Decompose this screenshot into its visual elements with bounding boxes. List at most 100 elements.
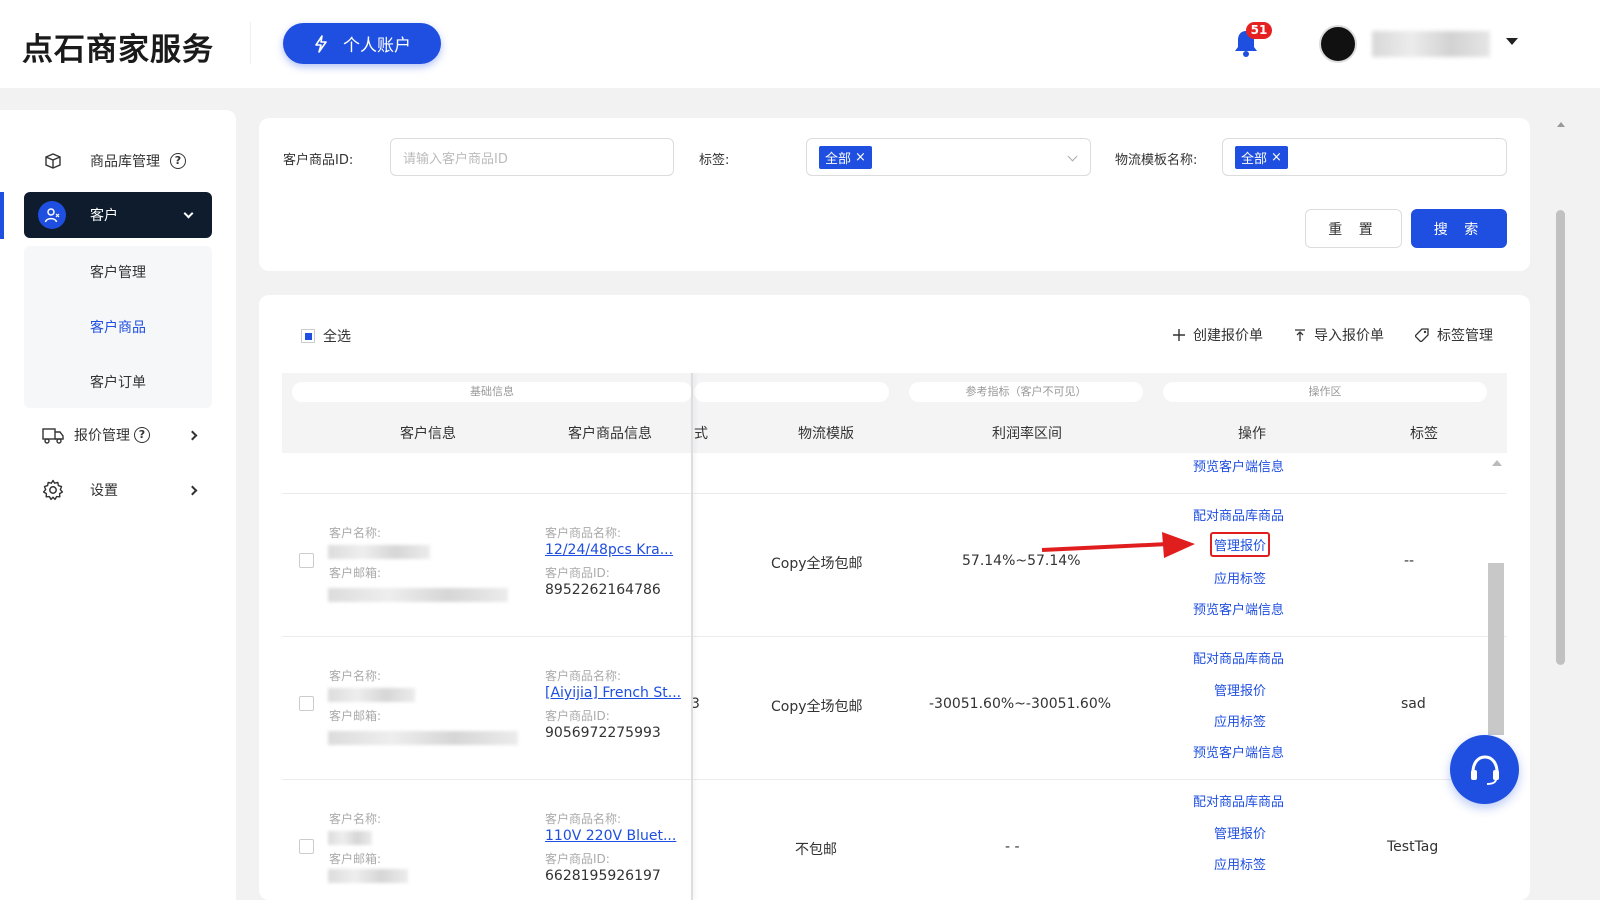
- customer-email-label: 客户邮箱:: [329, 852, 382, 866]
- search-button[interactable]: 搜 索: [1411, 209, 1507, 248]
- row-divider: [282, 493, 1507, 494]
- tag-value: --: [1404, 553, 1415, 569]
- avatar[interactable]: [1319, 25, 1357, 63]
- op-apply-tag-link[interactable]: 应用标签: [1214, 711, 1266, 730]
- personal-account-button[interactable]: 个人账户: [283, 23, 441, 64]
- sidebar-subitem-customer-management[interactable]: 客户管理: [90, 262, 146, 282]
- row-checkbox[interactable]: [299, 553, 314, 568]
- tag-chip-label: 全部: [825, 151, 852, 167]
- product-id-value: 9056972275993: [545, 725, 661, 741]
- row-checkbox[interactable]: [299, 696, 314, 711]
- col-mode-fragment: 式: [694, 426, 708, 442]
- header-divider: [250, 22, 251, 64]
- frozen-column-edge: [691, 373, 693, 900]
- tag-icon: [1415, 328, 1429, 342]
- customer-support-button[interactable]: [1450, 735, 1519, 804]
- row-checkbox[interactable]: [299, 839, 314, 854]
- logistics-template: Copy全场包邮: [771, 699, 863, 715]
- product-name-label: 客户商品名称:: [545, 669, 622, 683]
- sidebar-item-label: 客户: [90, 208, 118, 224]
- group-reference-metrics: 参考指标（客户不可见）: [909, 382, 1143, 402]
- reset-button[interactable]: 重 置: [1305, 209, 1402, 248]
- customer-name-label: 客户名称:: [329, 669, 382, 683]
- op-match-link[interactable]: 配对商品库商品: [1193, 505, 1284, 524]
- op-preview-link[interactable]: 预览客户端信息: [1193, 456, 1284, 475]
- op-preview-link[interactable]: 预览客户端信息: [1193, 742, 1284, 761]
- customer-email-redacted: [328, 588, 508, 602]
- logistics-chip[interactable]: 全部 ×: [1235, 145, 1288, 169]
- op-preview-link[interactable]: 预览客户端信息: [1193, 599, 1284, 618]
- op-match-link[interactable]: 配对商品库商品: [1193, 648, 1284, 667]
- sidebar-subitem-customer-products[interactable]: 客户商品: [90, 317, 146, 337]
- logistics-select[interactable]: 全部 ×: [1222, 138, 1507, 176]
- col-logistics: 物流模版: [798, 426, 854, 442]
- op-manage-quote-link[interactable]: 管理报价: [1214, 823, 1266, 842]
- op-manage-quote-link[interactable]: 管理报价: [1214, 680, 1266, 699]
- top-header: 点石商家服务 个人账户 51: [0, 0, 1600, 88]
- sidebar-item-product-library[interactable]: 商品库管理 ?: [24, 138, 212, 184]
- sidebar-subitem-customer-orders[interactable]: 客户订单: [90, 372, 146, 392]
- filter-panel: 客户商品ID: 请输入客户商品ID 标签: 全部 × 物流模板名称: 全部 × 重 …: [259, 118, 1530, 271]
- page-scroll-up-icon[interactable]: [1557, 122, 1565, 127]
- username-redacted[interactable]: [1372, 31, 1490, 57]
- tag-management-label: 标签管理: [1437, 328, 1493, 344]
- user-menu-caret-icon[interactable]: [1506, 38, 1518, 45]
- truck-icon: [42, 424, 64, 446]
- row-divider: [282, 636, 1507, 637]
- table-scrollbar-thumb[interactable]: [1488, 563, 1504, 735]
- op-apply-tag-link[interactable]: 应用标签: [1214, 568, 1266, 587]
- import-icon: [1295, 329, 1305, 341]
- create-quote-button[interactable]: 创建报价单: [1173, 325, 1263, 345]
- lightning-icon: [315, 34, 327, 53]
- op-match-link[interactable]: 配对商品库商品: [1193, 791, 1284, 810]
- product-name-label: 客户商品名称:: [545, 526, 622, 540]
- table-scroll-up-icon[interactable]: [1492, 460, 1502, 466]
- tag-management-button[interactable]: 标签管理: [1415, 325, 1493, 345]
- col-customer-info: 客户信息: [400, 426, 456, 442]
- customer-email-redacted: [328, 869, 408, 883]
- import-quote-button[interactable]: 导入报价单: [1294, 325, 1384, 345]
- page-scrollbar[interactable]: [1556, 210, 1565, 665]
- tag-select[interactable]: 全部 ×: [806, 138, 1091, 176]
- help-icon[interactable]: ?: [134, 427, 150, 443]
- chevron-down-icon: [183, 208, 194, 218]
- sidebar-item-quote-management[interactable]: 报价管理 ?: [24, 412, 212, 458]
- product-name-link[interactable]: [Aiyijia] French St...: [545, 685, 681, 701]
- product-id-input[interactable]: 请输入客户商品ID: [390, 138, 674, 176]
- product-name-link[interactable]: 12/24/48pcs Kra...: [545, 542, 673, 558]
- op-manage-quote-link[interactable]: 管理报价: [1210, 532, 1271, 557]
- group-basic-info: 基础信息: [292, 382, 692, 402]
- select-all-checkbox[interactable]: [301, 329, 315, 343]
- product-name-link[interactable]: 110V 220V Bluet...: [545, 828, 676, 844]
- sidebar-item-settings[interactable]: 设置: [24, 467, 212, 513]
- chevron-down-icon: [1067, 151, 1078, 162]
- customer-name-label: 客户名称:: [329, 526, 382, 540]
- select-all[interactable]: 全选: [301, 326, 351, 346]
- help-icon[interactable]: ?: [170, 153, 186, 169]
- product-id-value: 6628195926197: [545, 868, 661, 884]
- product-id-value: 8952262164786: [545, 582, 661, 598]
- row-divider: [282, 779, 1507, 780]
- notification-badge: 51: [1246, 22, 1272, 39]
- select-all-label: 全选: [323, 329, 351, 345]
- sidebar-item-customer[interactable]: 客户: [24, 192, 212, 238]
- customer-name-redacted: [328, 831, 372, 845]
- op-apply-tag-link[interactable]: 应用标签: [1214, 854, 1266, 873]
- group-basic-info-continued: [694, 382, 889, 402]
- tag-chip[interactable]: 全部 ×: [819, 145, 872, 169]
- group-operations: 操作区: [1163, 382, 1487, 402]
- tag-value: TestTag: [1387, 839, 1439, 855]
- active-indicator: [0, 192, 4, 239]
- customer-email-label: 客户邮箱:: [329, 709, 382, 723]
- table-header: 基础信息 参考指标（客户不可见） 操作区 客户信息 客户商品信息 式 物流模版 …: [282, 373, 1507, 453]
- app-logo: 点石商家服务: [22, 32, 214, 68]
- col-product-info: 客户商品信息: [568, 426, 652, 442]
- logistics-template: Copy全场包邮: [771, 556, 863, 572]
- close-icon[interactable]: ×: [1271, 150, 1282, 165]
- col-operation: 操作: [1238, 426, 1266, 442]
- logistics-label: 物流模板名称:: [1115, 153, 1198, 168]
- product-id-label: 客户商品ID:: [545, 709, 610, 723]
- table-panel: 全选 创建报价单 导入报价单 标签管理 基础信息 参考指标（客户不可见） 操作区…: [259, 295, 1530, 900]
- product-id-label: 客户商品ID:: [545, 852, 610, 866]
- close-icon[interactable]: ×: [855, 150, 866, 165]
